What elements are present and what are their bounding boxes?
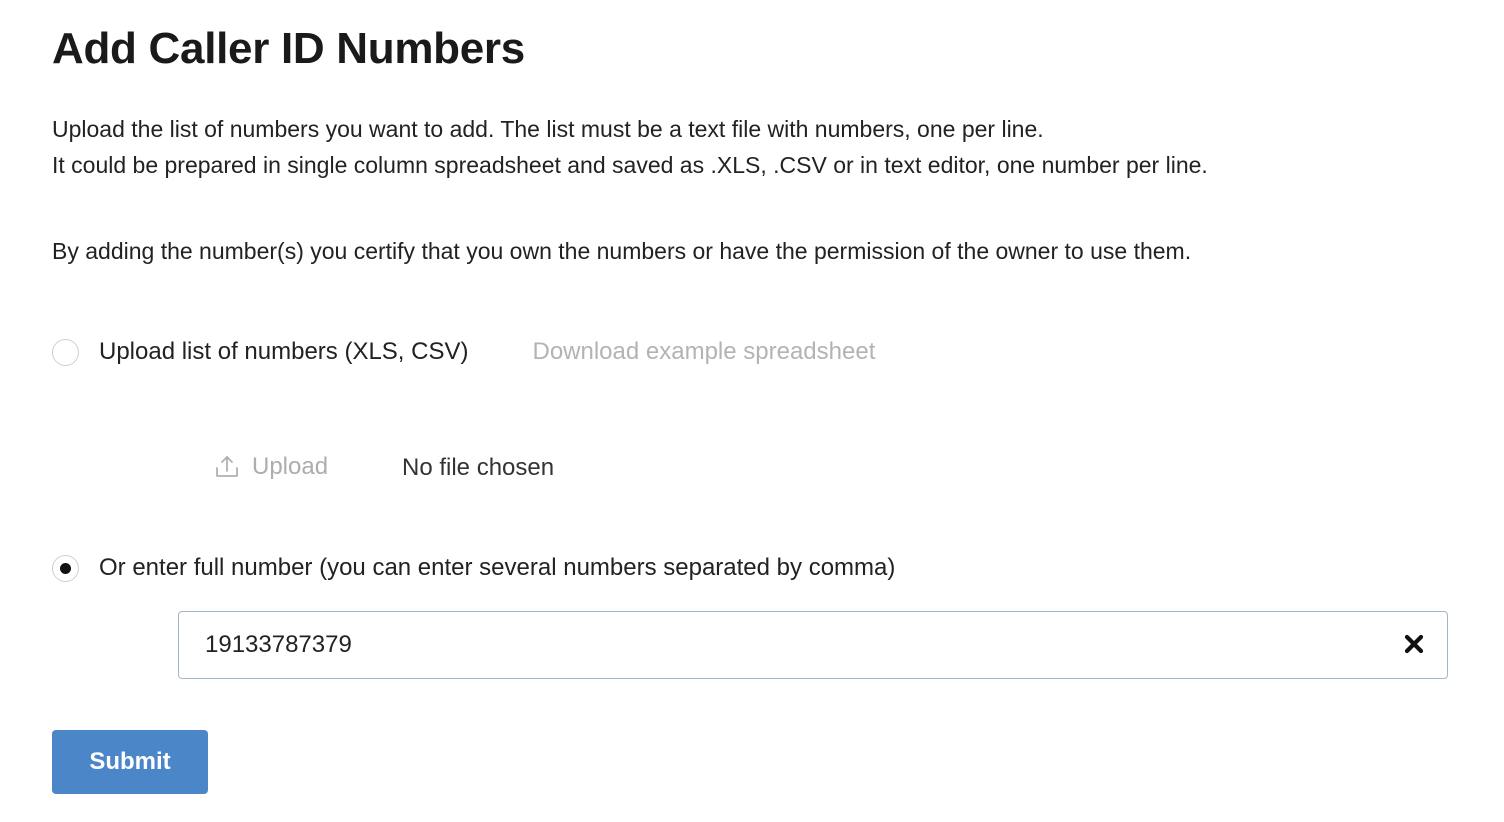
description-line-2: It could be prepared in single column sp… xyxy=(52,152,1208,178)
upload-option-label[interactable]: Upload list of numbers (XLS, CSV) xyxy=(99,338,468,366)
submit-button[interactable]: Submit xyxy=(52,730,208,794)
number-input[interactable] xyxy=(205,612,1385,677)
upload-option-radio[interactable] xyxy=(52,338,79,366)
manual-option-row: Or enter full number (you can enter seve… xyxy=(52,552,895,584)
page-title: Add Caller ID Numbers xyxy=(52,24,525,73)
file-status: No file chosen xyxy=(402,454,555,481)
upload-button-label: Upload xyxy=(252,453,329,480)
manual-option-radio[interactable] xyxy=(52,554,79,582)
upload-button[interactable]: Upload xyxy=(214,450,328,484)
add-caller-id-page: Add Caller ID Numbers Upload the list of… xyxy=(0,0,1504,822)
download-example-link[interactable]: Download example spreadsheet xyxy=(532,338,875,366)
number-field xyxy=(178,611,1448,679)
upload-option-row: Upload list of numbers (XLS, CSV) Downlo… xyxy=(52,336,875,368)
certification-text: By adding the number(s) you certify that… xyxy=(52,238,1192,264)
upload-icon xyxy=(216,456,238,477)
description-line-1: Upload the list of numbers you want to a… xyxy=(52,116,1044,142)
close-icon[interactable] xyxy=(1403,633,1425,655)
manual-option-label[interactable]: Or enter full number (you can enter seve… xyxy=(99,554,895,582)
